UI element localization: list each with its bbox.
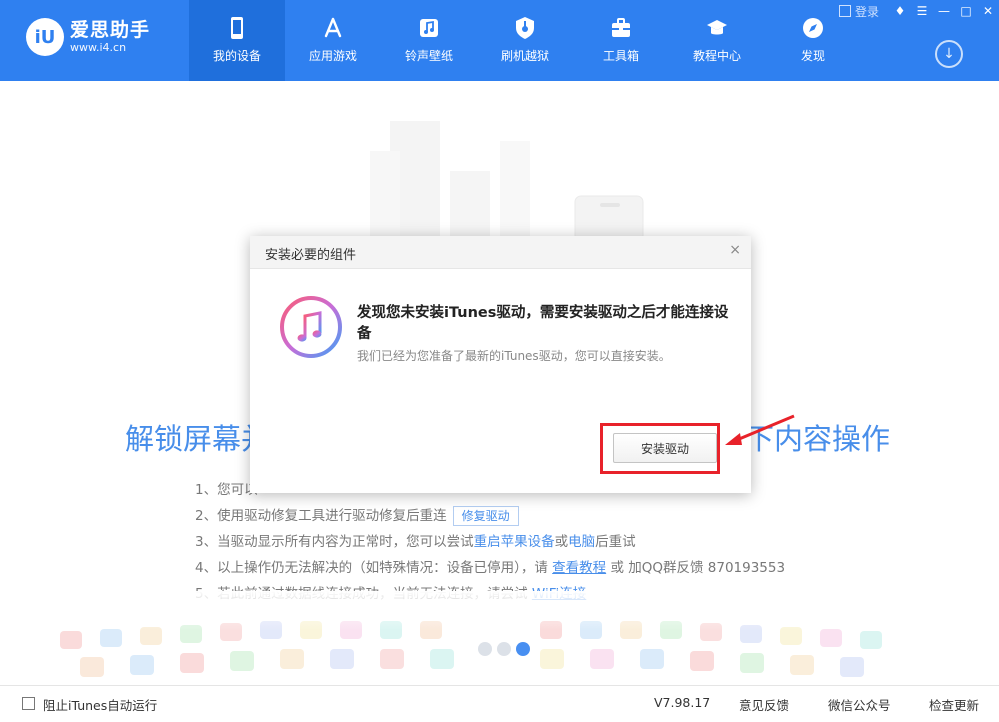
close-icon[interactable]: ✕ [977, 0, 999, 22]
nav-flash-jailbreak[interactable]: 刷机越狱 [477, 0, 573, 81]
app-logo: iU 爱思助手 www.i4.cn [26, 18, 150, 56]
music-note-icon [420, 19, 438, 37]
main-nav: 我的设备 应用游戏 铃声壁纸 刷机越狱 工具箱 教程中心 发现 [189, 0, 861, 81]
feedback-link[interactable]: 意见反馈 [739, 695, 789, 714]
nav-label: 铃声壁纸 [404, 49, 453, 63]
red-arrow-icon [725, 414, 795, 445]
skin-icon[interactable]: ♦ [889, 0, 911, 22]
dialog-title: 安装必要的组件 [265, 248, 357, 263]
menu-icon[interactable]: ☰ [911, 0, 933, 22]
logo-url: www.i4.cn [70, 41, 127, 54]
login-link[interactable]: 登录 [838, 3, 879, 20]
check-update-link[interactable]: 检查更新 [929, 695, 979, 714]
shield-icon [516, 17, 534, 39]
minimize-icon[interactable]: — [933, 0, 955, 22]
toolbox-icon [612, 18, 630, 37]
nav-label: 工具箱 [602, 49, 639, 63]
app-store-icon [324, 17, 342, 38]
nav-label: 发现 [800, 49, 825, 63]
status-bar: 阻止iTunes自动运行 V7.98.17 意见反馈 微信公众号 检查更新 [0, 685, 999, 722]
nav-ringtones-wallpapers[interactable]: 铃声壁纸 [381, 0, 477, 81]
nav-label: 刷机越狱 [500, 49, 549, 63]
compass-icon [803, 18, 823, 38]
block-itunes-checkbox[interactable] [22, 697, 35, 710]
nav-label: 应用游戏 [308, 49, 357, 63]
itunes-icon [280, 296, 342, 358]
nav-apps-games[interactable]: 应用游戏 [285, 0, 381, 81]
nav-my-device[interactable]: 我的设备 [189, 0, 285, 81]
highlight-box [600, 423, 720, 474]
dialog-message: 发现您未安装iTunes驱动，需要安装驱动之后才能连接设备 [357, 305, 729, 342]
nav-toolbox[interactable]: 工具箱 [573, 0, 669, 81]
top-bar: iU 爱思助手 www.i4.cn 我的设备 应用游戏 铃声壁纸 刷机越狱 工具… [0, 0, 999, 81]
download-icon[interactable]: ↓ [935, 40, 963, 68]
graduation-cap-icon [707, 20, 727, 35]
version-label: V7.98.17 [654, 695, 711, 710]
logo-title: 爱思助手 [70, 19, 151, 41]
nav-label: 教程中心 [692, 49, 741, 63]
login-label: 登录 [854, 4, 879, 19]
wechat-link[interactable]: 微信公众号 [828, 695, 891, 714]
user-icon [838, 5, 851, 17]
dialog-header: 安装必要的组件 × [250, 236, 751, 269]
maximize-icon[interactable]: □ [955, 0, 977, 22]
nav-label: 我的设备 [212, 49, 261, 63]
dialog-subtext: 我们已经为您准备了最新的iTunes驱动，您可以直接安装。 [357, 349, 671, 363]
nav-tutorial-center[interactable]: 教程中心 [669, 0, 765, 81]
phone-icon [231, 17, 243, 39]
window-controls: 登录 ♦ ☰ — □ ✕ [838, 0, 999, 22]
dialog-close-icon[interactable]: × [729, 242, 741, 258]
logo-badge: iU [26, 18, 64, 56]
block-itunes-label[interactable]: 阻止iTunes自动运行 [43, 695, 157, 714]
